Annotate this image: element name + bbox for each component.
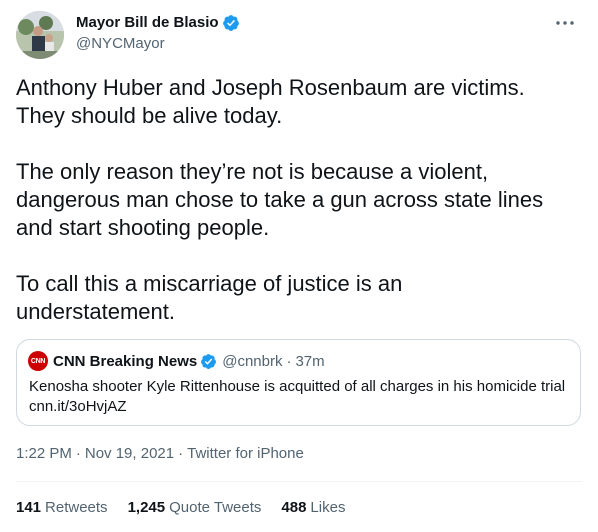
verified-badge-icon	[201, 353, 217, 369]
author-info: Mayor Bill de Blasio @NYCMayor	[76, 13, 240, 54]
quoted-tweet-text: Kenosha shooter Kyle Rittenhouse is acqu…	[29, 378, 566, 415]
retweets-label: Retweets	[45, 499, 108, 516]
retweets-stat[interactable]: 141 Retweets	[16, 498, 108, 518]
author-avatar[interactable]	[16, 11, 64, 59]
quoted-tweet-header: CNN CNN Breaking News @cnnbrk · 37m	[28, 350, 325, 372]
quoted-author-handle: @cnnbrk	[222, 352, 283, 370]
quoted-tweet[interactable]: CNN CNN Breaking News @cnnbrk · 37m Keno…	[16, 339, 581, 426]
tweet-header: Mayor Bill de Blasio @NYCMayor	[16, 10, 582, 62]
tweet-stats: 141 Retweets 1,245 Quote Tweets 488 Likes	[16, 498, 365, 518]
quoted-tweet-time: 37m	[295, 352, 325, 370]
quote-tweets-label: Quote Tweets	[169, 499, 262, 516]
quoted-author-name: CNN Breaking News	[53, 352, 198, 370]
likes-label: Likes	[310, 499, 346, 516]
tweet-source[interactable]: Twitter for iPhone	[187, 444, 304, 464]
quoted-author-avatar: CNN	[28, 351, 48, 371]
likes-stat[interactable]: 488 Likes	[281, 498, 345, 518]
cnn-logo: CNN	[30, 357, 46, 365]
tweet-text: Anthony Huber and Joseph Rosenbaum are v…	[16, 75, 544, 324]
more-options-icon	[556, 21, 574, 25]
verified-badge-icon	[222, 15, 239, 31]
tweet-time[interactable]: 1:22 PM	[16, 444, 72, 464]
separator-dot: ·	[286, 352, 292, 370]
tweet-metadata: 1:22 PM · Nov 19, 2021 · Twitter for iPh…	[16, 444, 304, 464]
divider	[16, 481, 582, 482]
quote-tweets-count: 1,245	[127, 499, 166, 516]
retweets-count: 141	[16, 499, 42, 516]
author-display-name[interactable]: Mayor Bill de Blasio	[76, 13, 219, 33]
likes-count: 488	[281, 499, 307, 516]
separator-dot: ·	[75, 445, 81, 462]
tweet-date[interactable]: Nov 19, 2021	[85, 444, 174, 464]
author-handle[interactable]: @NYCMayor	[76, 34, 240, 54]
quote-tweets-stat[interactable]: 1,245 Quote Tweets	[128, 498, 262, 518]
separator-dot: ·	[178, 445, 184, 462]
profile-photo	[16, 11, 64, 59]
more-options-button[interactable]	[548, 12, 582, 34]
